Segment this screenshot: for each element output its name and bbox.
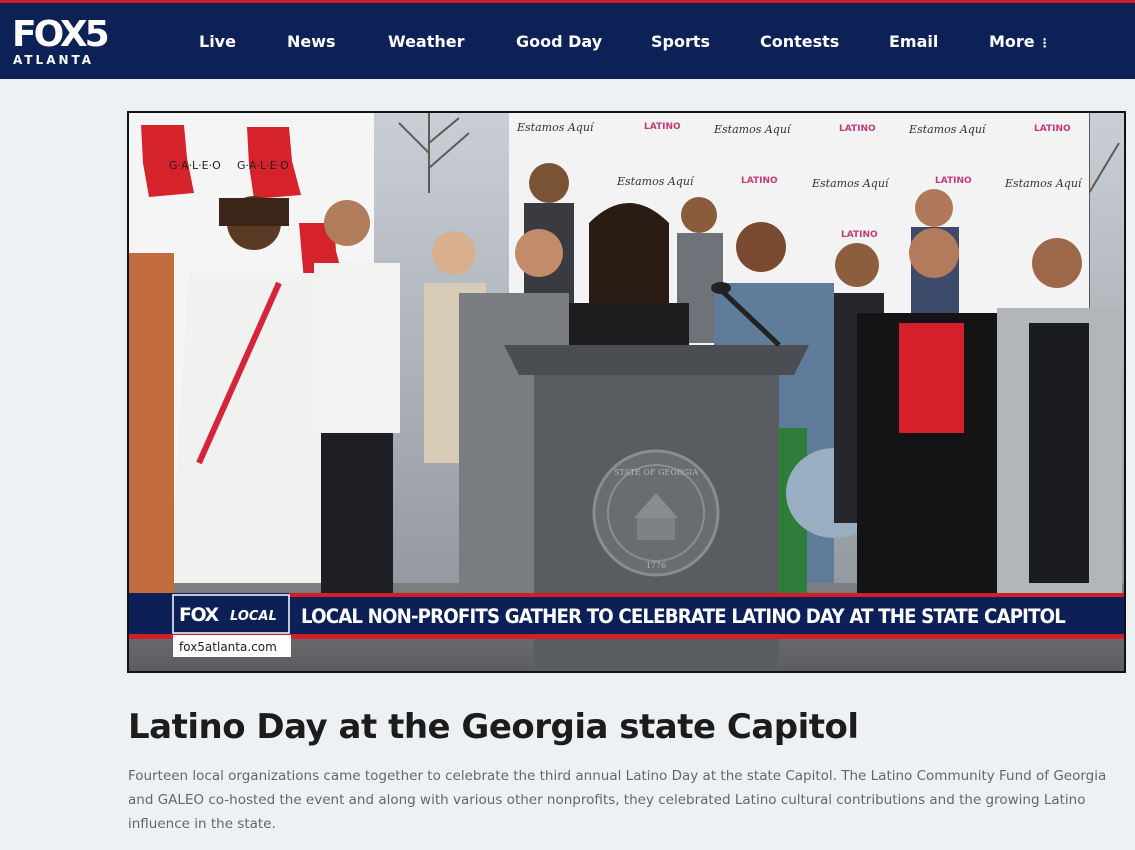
site-header: FOX5 ATLANTA Live News Weather Good Day … — [0, 0, 1135, 79]
galeo-text-1: G·A·L·E·O — [169, 159, 221, 172]
nav-weather[interactable]: Weather — [388, 32, 465, 52]
fox5-atlanta-logo[interactable]: FOX5 ATLANTA — [12, 15, 124, 71]
url-tag: fox5atlanta.com — [179, 640, 277, 654]
backdrop-logo-3: LATINO — [1034, 124, 1071, 134]
backdrop-text-4: Estamos Aquí — [616, 175, 695, 188]
backdrop-text-2: Estamos Aquí — [713, 123, 792, 136]
logo-main-text: FOX5 — [12, 14, 110, 55]
bug-brand: FOX — [179, 604, 219, 626]
backdrop-logo-2: LATINO — [839, 124, 876, 134]
nav-more-label: More — [989, 32, 1035, 51]
nav-email[interactable]: Email — [889, 32, 938, 52]
nav-good-day[interactable]: Good Day — [516, 32, 602, 52]
lower-third-headline: LOCAL NON-PROFITS GATHER TO CELEBRATE LA… — [301, 605, 1065, 628]
backdrop-logo-4: LATINO — [741, 176, 778, 186]
article-summary: Fourteen local organizations came togeth… — [128, 768, 1107, 832]
backdrop-text-1: Estamos Aquí — [516, 121, 595, 134]
video-player[interactable]: G·A·L·E·O G·A·L·E·O Estamos Aquí Estamos… — [127, 111, 1126, 673]
logo-sub-text: ATLANTA — [13, 53, 95, 67]
backdrop-text-5: Estamos Aquí — [811, 177, 890, 190]
backdrop-logo-6: LATINO — [841, 230, 878, 240]
seal-text: STATE OF GEORGIA — [614, 468, 698, 477]
seal-year: 1776 — [646, 561, 666, 570]
backdrop-text-3: Estamos Aquí — [908, 123, 987, 136]
backdrop-logo-5: LATINO — [935, 176, 972, 186]
nav-news[interactable]: News — [287, 32, 336, 52]
nav-live[interactable]: Live — [199, 32, 236, 52]
bug-brand-sub: LOCAL — [230, 609, 277, 624]
nav-contests[interactable]: Contests — [760, 32, 839, 52]
vertical-dots-icon: ⋮ — [1038, 35, 1051, 50]
article-headline[interactable]: Latino Day at the Georgia state Capitol — [128, 705, 1118, 749]
nav-more[interactable]: More ⋮ — [989, 32, 1051, 53]
nav-sports[interactable]: Sports — [651, 32, 710, 52]
backdrop-text-6: Estamos Aquí — [1004, 177, 1083, 190]
galeo-text-2: G·A·L·E·O — [237, 159, 289, 172]
backdrop-logo-1: LATINO — [644, 122, 681, 132]
video-frame: G·A·L·E·O G·A·L·E·O Estamos Aquí Estamos… — [129, 113, 1124, 671]
